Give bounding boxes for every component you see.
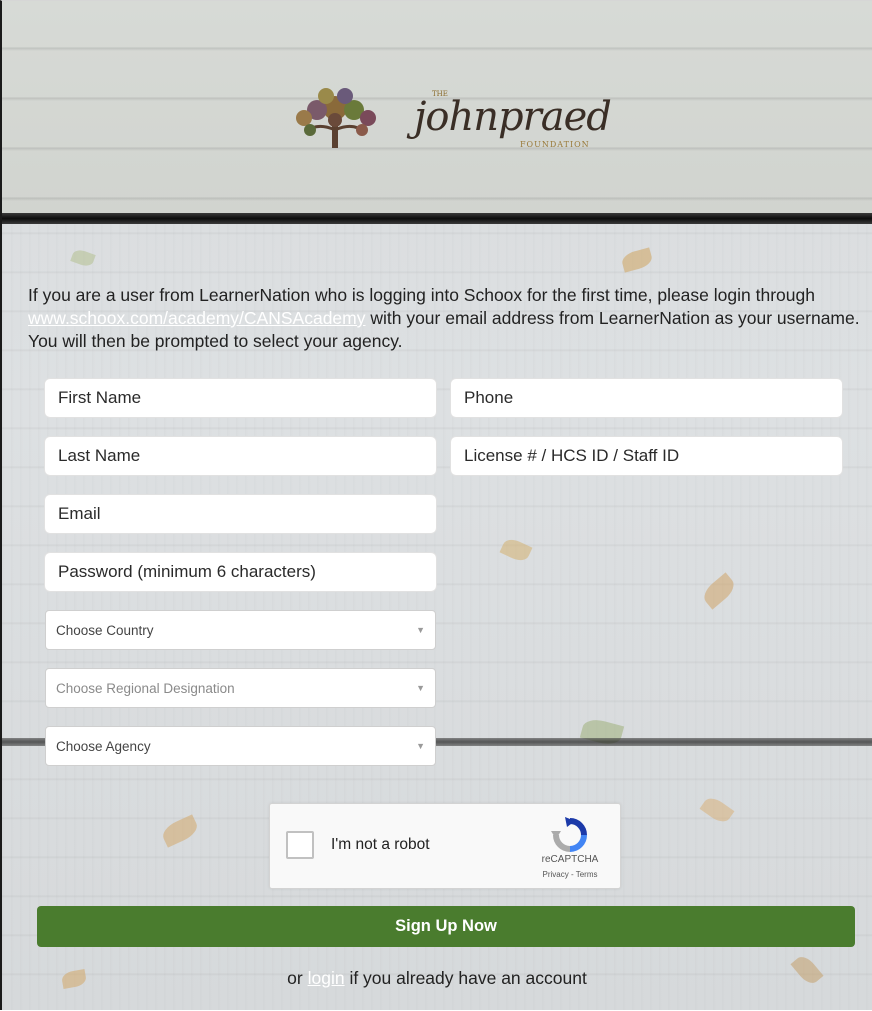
last-name-input[interactable] [44, 436, 437, 476]
chevron-down-icon: ▼ [416, 625, 425, 635]
tree-logo-icon [296, 88, 376, 148]
first-name-input[interactable] [44, 378, 437, 418]
login-prompt-suffix: if you already have an account [344, 968, 587, 988]
foundation-logo: THE johnpraed FOUNDATION [282, 86, 612, 166]
login-prompt-prefix: or [287, 968, 308, 988]
recaptcha-brand: reCAPTCHA [541, 854, 599, 865]
login-prompt: or login if you already have an account [2, 968, 872, 989]
login-link[interactable]: login [308, 968, 345, 988]
recaptcha-widget: I'm not a robot reCAPTCHA Privacy - Term… [269, 803, 621, 889]
region-select-value: Choose Regional Designation [56, 680, 235, 696]
recaptcha-terms-link[interactable]: Privacy - Terms [532, 870, 608, 879]
region-select[interactable]: Choose Regional Designation ▼ [45, 668, 436, 708]
intro-text-part1: If you are a user from LearnerNation who… [28, 285, 815, 305]
academy-link[interactable]: www.schoox.com/academy/CANSAcademy [28, 308, 365, 328]
country-select[interactable]: Choose Country ▼ [45, 610, 436, 650]
intro-text: If you are a user from LearnerNation who… [28, 284, 863, 353]
recaptcha-checkbox[interactable] [286, 831, 314, 859]
recaptcha-logo-icon [551, 817, 587, 852]
agency-select[interactable]: Choose Agency ▼ [45, 726, 436, 766]
plank-divider [2, 213, 872, 224]
header-banner: THE johnpraed FOUNDATION [2, 1, 872, 213]
password-input[interactable] [44, 552, 437, 592]
phone-input[interactable] [450, 378, 843, 418]
logo-foundation: FOUNDATION [520, 140, 590, 149]
chevron-down-icon: ▼ [416, 683, 425, 693]
sign-up-button[interactable]: Sign Up Now [37, 906, 855, 947]
chevron-down-icon: ▼ [416, 741, 425, 751]
logo-wordmark: johnpraed [414, 94, 612, 140]
recaptcha-label: I'm not a robot [331, 836, 430, 853]
license-id-input[interactable] [450, 436, 843, 476]
country-select-value: Choose Country [56, 622, 154, 638]
signup-page: THE johnpraed FOUNDATION If you are a us… [0, 0, 872, 1010]
agency-select-value: Choose Agency [56, 738, 151, 754]
email-input[interactable] [44, 494, 437, 534]
